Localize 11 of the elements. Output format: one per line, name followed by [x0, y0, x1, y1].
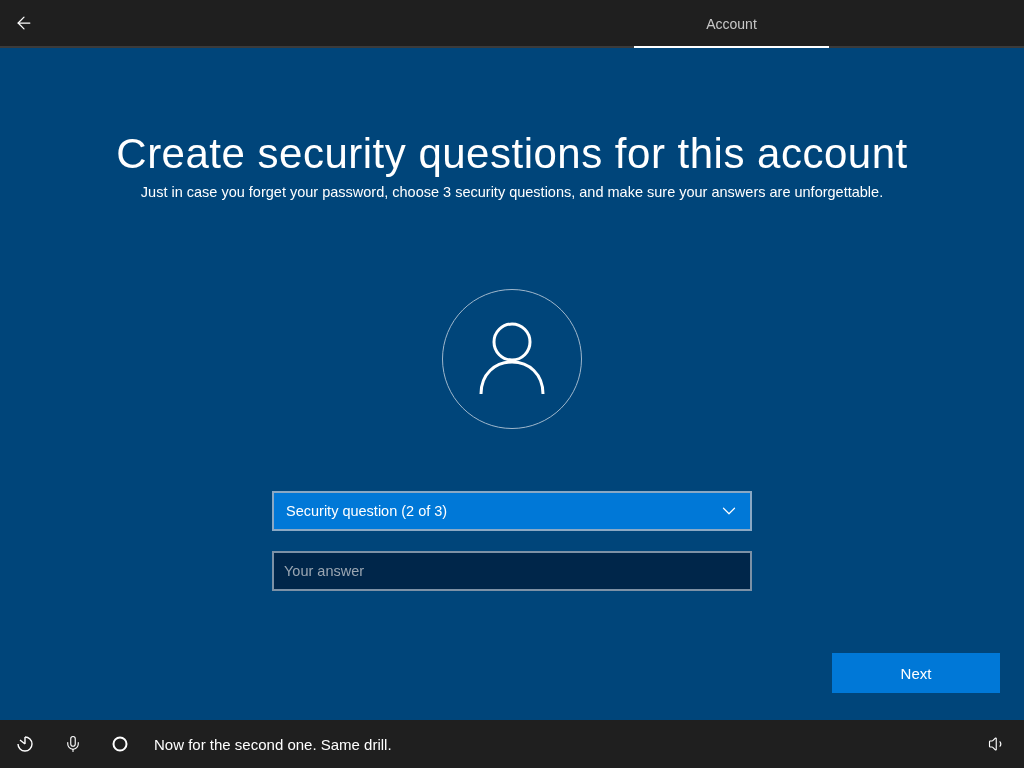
next-button[interactable]: Next — [832, 653, 1000, 693]
status-message: Now for the second one. Same drill. — [154, 735, 393, 753]
page-subtitle: Just in case you forget your password, choose 3 security questions, and make sure your answers are unforgettable. — [140, 184, 884, 200]
circle-icon — [112, 736, 128, 752]
ease-of-access-icon — [16, 735, 34, 753]
security-question-dropdown[interactable]: Security question (2 of 3) — [272, 491, 752, 531]
person-icon — [479, 322, 545, 396]
microphone-icon — [64, 735, 82, 753]
tab[interactable]: Account — [634, 0, 829, 48]
answer-field[interactable]: Your answer — [272, 551, 752, 591]
page-title: Create security questions for this account — [116, 130, 908, 178]
